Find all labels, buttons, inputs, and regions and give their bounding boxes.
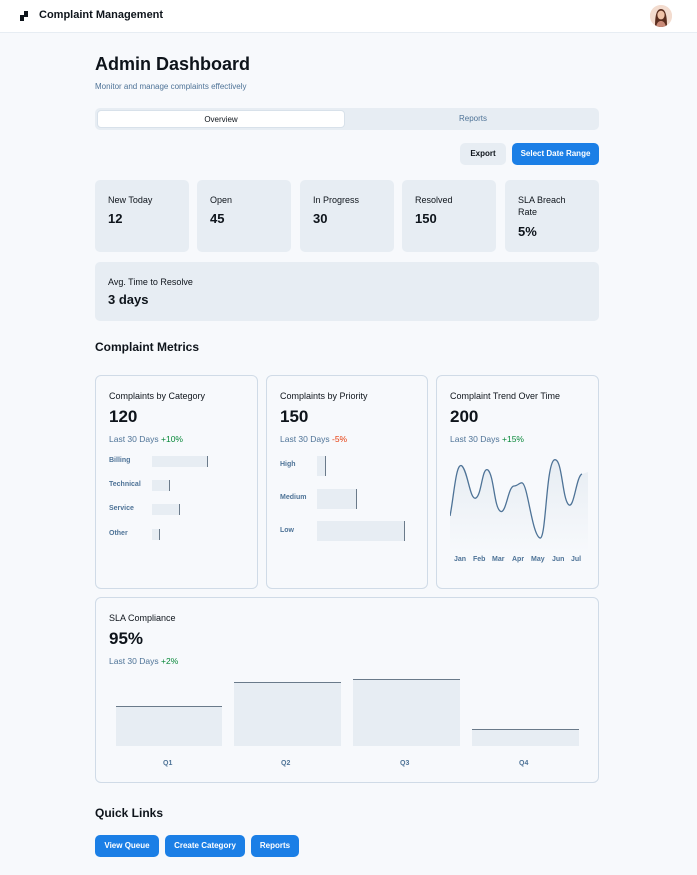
card-title: SLA Compliance: [109, 613, 176, 623]
trend-area-chart: [450, 459, 588, 552]
bar-label: High: [280, 461, 296, 468]
quarter-label: Q1: [163, 760, 173, 767]
page-subtitle: Monitor and manage complaints effectivel…: [95, 82, 247, 91]
month-label: Jan: [454, 556, 467, 563]
change-badge: +2%: [161, 656, 179, 666]
quarter-label: Q3: [400, 760, 410, 767]
card-complaints-by-priority: Complaints by Priority 150 Last 30 Days …: [266, 375, 428, 589]
change-badge: +15%: [502, 434, 524, 444]
trend-area: [450, 459, 588, 552]
card-complaint-trend: Complaint Trend Over Time 200 Last 30 Da…: [436, 375, 599, 589]
card-value: 150: [280, 407, 309, 426]
stat-value: 150: [415, 211, 437, 226]
month-label: Jun: [552, 556, 565, 563]
month-label: Mar: [492, 556, 505, 563]
bar-other: [152, 529, 160, 540]
stat-card-avg-time-to-resolve: Avg. Time to Resolve 3 days: [95, 262, 599, 321]
section-title-quick-links: Quick Links: [95, 806, 164, 820]
bar-high: [317, 456, 326, 476]
tab-bar: Overview Reports: [95, 108, 599, 130]
card-complaints-by-category: Complaints by Category 120 Last 30 Days …: [95, 375, 258, 589]
top-bar: Complaint Management: [0, 0, 697, 33]
export-button[interactable]: Export: [460, 143, 506, 165]
stat-value: 45: [210, 211, 225, 226]
bar-label: Technical: [109, 481, 141, 488]
card-value: 95%: [109, 629, 144, 648]
period-label: Last 30 Days: [109, 656, 159, 666]
quarter-label: Q2: [281, 760, 291, 767]
stat-label: Open: [210, 195, 233, 205]
app-title: Complaint Management: [39, 9, 164, 21]
bar-label: Service: [109, 505, 134, 512]
avatar[interactable]: [650, 5, 672, 27]
stat-label: In Progress: [313, 195, 360, 205]
period-label: Last 30 Days: [109, 434, 159, 444]
tab-overview[interactable]: Overview: [97, 110, 345, 128]
bar-technical: [152, 480, 170, 491]
stat-label: SLA Breach Rate: [518, 195, 566, 217]
stat-value: 30: [313, 211, 328, 226]
card-title: Complaints by Priority: [280, 391, 368, 401]
bar-label: Billing: [109, 457, 131, 464]
quarter-label: Q4: [519, 760, 529, 767]
bar-low: [317, 521, 405, 541]
stat-value: 12: [108, 211, 123, 226]
bar-label: Low: [280, 527, 294, 534]
bar-q3: [353, 679, 460, 746]
section-title-complaint-metrics: Complaint Metrics: [95, 340, 200, 354]
card-period: Last 30 Days +15%: [450, 434, 524, 444]
month-label: Apr: [512, 556, 525, 563]
change-badge: +10%: [161, 434, 183, 444]
period-label: Last 30 Days: [450, 434, 500, 444]
tab-reports[interactable]: Reports: [347, 110, 599, 128]
page-title: Admin Dashboard: [95, 54, 251, 74]
month-label: Feb: [473, 556, 486, 563]
card-period: Last 30 Days +2%: [109, 656, 178, 666]
bar-billing: [152, 456, 208, 467]
card-period: Last 30 Days -5%: [280, 434, 347, 444]
bar-q4: [472, 729, 579, 746]
bar-label: Other: [109, 530, 128, 537]
stat-card-resolved: Resolved 150: [402, 180, 496, 252]
select-date-range-button[interactable]: Select Date Range: [512, 143, 599, 165]
card-value: 200: [450, 407, 479, 426]
user-avatar-icon: [650, 5, 672, 27]
stat-label: Resolved: [415, 195, 453, 205]
card-period: Last 30 Days +10%: [109, 434, 183, 444]
create-category-button[interactable]: Create Category: [165, 835, 245, 857]
stat-label: Avg. Time to Resolve: [108, 277, 193, 287]
month-label: Jul: [571, 556, 582, 563]
bar-q2: [234, 682, 341, 746]
stat-label: New Today: [108, 195, 153, 205]
card-title: Complaint Trend Over Time: [450, 391, 561, 401]
stat-card-open: Open 45: [197, 180, 291, 252]
bar-label: Medium: [280, 494, 307, 501]
stat-value: 3 days: [108, 292, 149, 307]
bar-medium: [317, 489, 357, 509]
card-value: 120: [109, 407, 138, 426]
bar-service: [152, 504, 180, 515]
bar-q1: [116, 706, 222, 746]
period-label: Last 30 Days: [280, 434, 330, 444]
stat-card-sla-breach-rate: SLA Breach Rate 5%: [505, 180, 599, 252]
stat-card-in-progress: In Progress 30: [300, 180, 394, 252]
logo-icon: [20, 11, 28, 21]
reports-button[interactable]: Reports: [251, 835, 299, 857]
card-sla-compliance: SLA Compliance 95% Last 30 Days +2% Q1 Q…: [95, 597, 599, 783]
view-queue-button[interactable]: View Queue: [95, 835, 159, 857]
month-label: May: [531, 556, 545, 563]
change-badge: -5%: [332, 434, 348, 444]
stat-value: 5%: [518, 224, 537, 239]
card-title: Complaints by Category: [109, 391, 206, 401]
stat-card-new-today: New Today 12: [95, 180, 189, 252]
